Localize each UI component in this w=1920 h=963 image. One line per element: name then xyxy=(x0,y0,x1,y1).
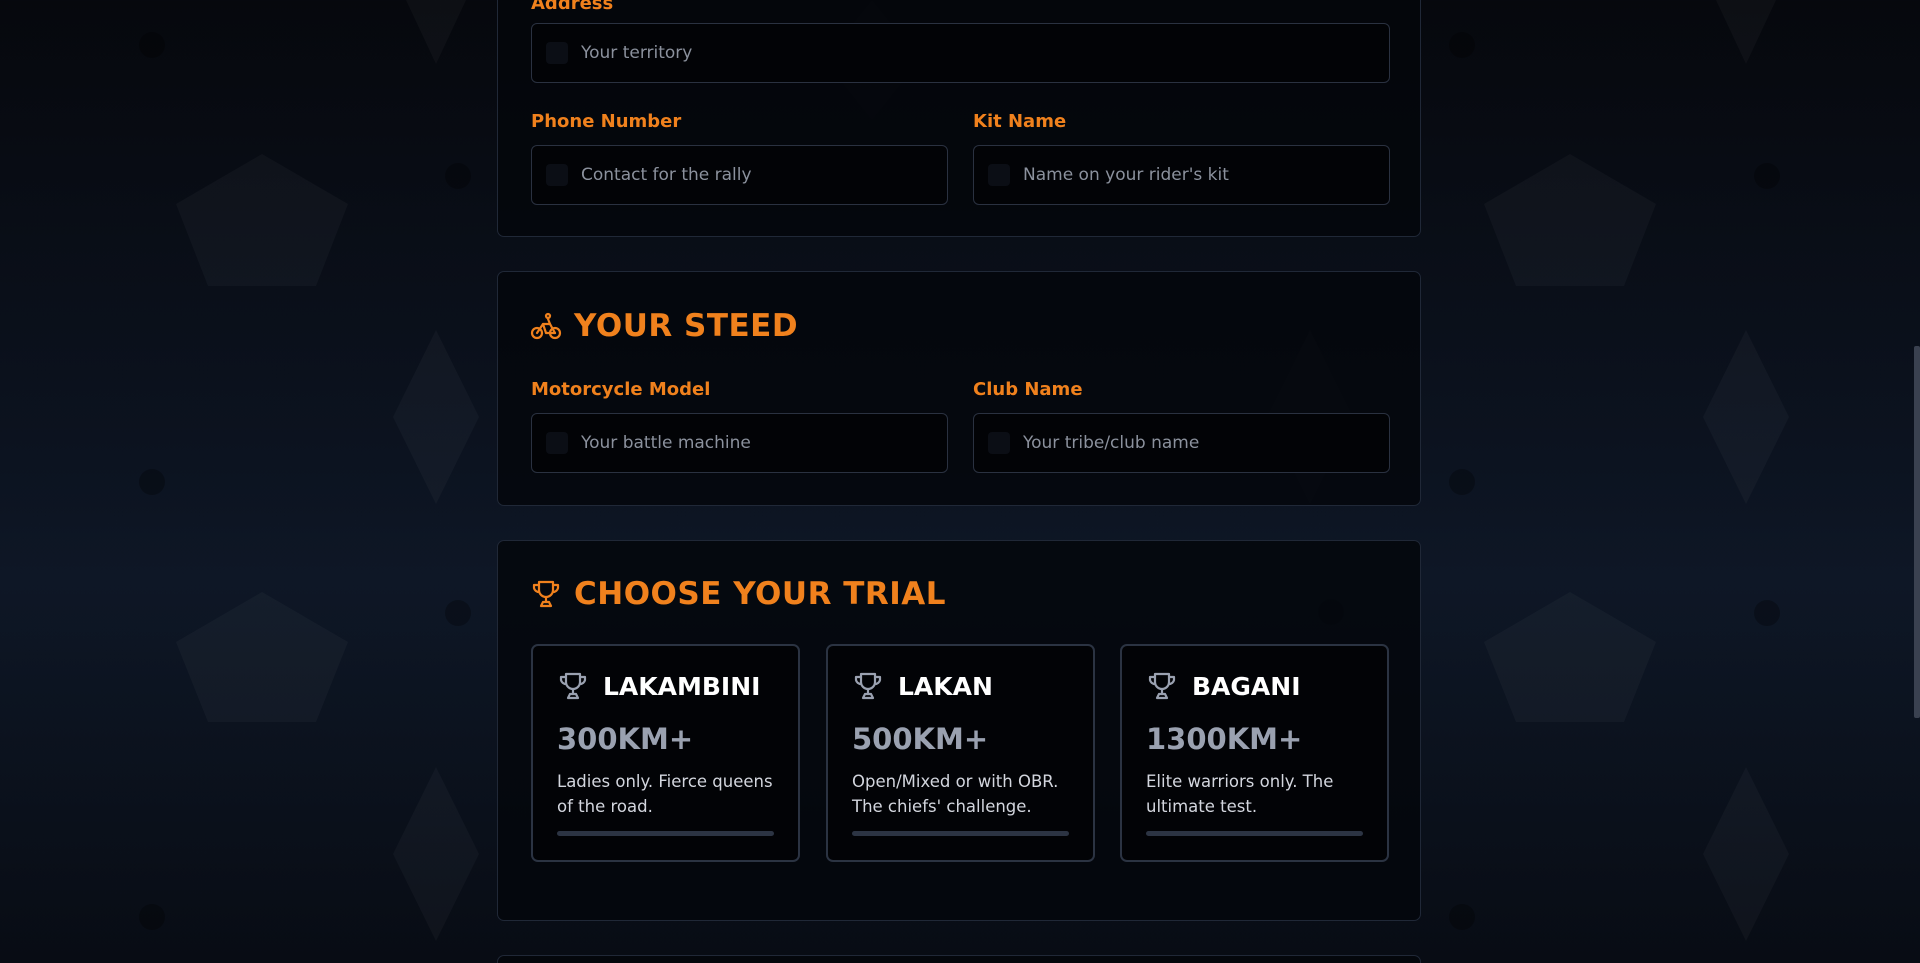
users-icon xyxy=(988,432,1010,454)
scrollbar-thumb[interactable] xyxy=(1914,346,1920,718)
motorcycle-field-icon xyxy=(546,432,568,454)
trial-option-distance: 300KM+ xyxy=(557,722,694,756)
trial-option-description: Ladies only. Fierce queens of the road. xyxy=(557,772,773,816)
club-name-label: Club Name xyxy=(973,379,1083,400)
motorcycle-icon xyxy=(530,312,562,340)
motorcycle-model-label: Motorcycle Model xyxy=(531,379,711,400)
trial-option-progress-bar xyxy=(852,831,1069,836)
steed-title: YOUR STEED xyxy=(574,308,799,344)
trophy-icon xyxy=(559,672,587,700)
trophy-icon xyxy=(532,580,560,608)
phone-input[interactable]: Contact for the rally xyxy=(531,145,948,205)
steed-card: YOUR STEED Motorcycle Model Your battle … xyxy=(497,271,1421,506)
shirt-icon xyxy=(988,164,1010,186)
trial-option-header: LAKAMBINI xyxy=(557,670,760,702)
trial-option-header: BAGANI xyxy=(1146,670,1301,702)
trial-option-description: Elite warriors only. The ultimate test. xyxy=(1146,772,1334,816)
kit-name-label: Kit Name xyxy=(973,111,1067,132)
trial-option-name: LAKAN xyxy=(898,671,993,701)
trial-option-progress-bar xyxy=(557,831,774,836)
kit-name-placeholder: Name on your rider's kit xyxy=(1023,165,1229,185)
club-name-placeholder: Your tribe/club name xyxy=(1023,433,1200,453)
trial-option-lakambini[interactable]: LAKAMBINI 300KM+ Ladies only. Fierce que… xyxy=(531,644,800,862)
phone-icon xyxy=(546,164,568,186)
next-section-card xyxy=(497,955,1421,963)
address-label: Address xyxy=(531,0,614,14)
trial-option-name: LAKAMBINI xyxy=(603,671,761,701)
trial-option-description: Open/Mixed or with OBR. The chiefs' chal… xyxy=(852,772,1059,816)
trial-option-bagani[interactable]: BAGANI 1300KM+ Elite warriors only. The … xyxy=(1120,644,1389,862)
contact-card: Address Your territory Phone Number Cont… xyxy=(497,0,1421,237)
trial-option-distance: 500KM+ xyxy=(852,722,989,756)
club-name-input[interactable]: Your tribe/club name xyxy=(973,413,1390,473)
location-icon xyxy=(546,42,568,64)
steed-section-title: YOUR STEED xyxy=(530,308,798,344)
trial-card: CHOOSE YOUR TRIAL LAKAMBINI 300KM+ Ladie… xyxy=(497,540,1421,921)
phone-placeholder: Contact for the rally xyxy=(581,165,752,185)
phone-label: Phone Number xyxy=(531,111,682,132)
address-input[interactable]: Your territory xyxy=(531,23,1390,83)
kit-name-input[interactable]: Name on your rider's kit xyxy=(973,145,1390,205)
motorcycle-model-placeholder: Your battle machine xyxy=(581,433,751,453)
trial-title: CHOOSE YOUR TRIAL xyxy=(574,576,947,612)
trophy-icon xyxy=(854,672,882,700)
trial-option-lakan[interactable]: LAKAN 500KM+ Open/Mixed or with OBR. The… xyxy=(826,644,1095,862)
trial-option-distance: 1300KM+ xyxy=(1146,722,1303,756)
motorcycle-model-input[interactable]: Your battle machine xyxy=(531,413,948,473)
trial-option-progress-bar xyxy=(1146,831,1363,836)
trial-option-header: LAKAN xyxy=(852,670,993,702)
address-placeholder: Your territory xyxy=(581,43,693,63)
trial-option-name: BAGANI xyxy=(1192,671,1301,701)
trophy-icon xyxy=(1148,672,1176,700)
trial-section-title: CHOOSE YOUR TRIAL xyxy=(530,576,946,612)
